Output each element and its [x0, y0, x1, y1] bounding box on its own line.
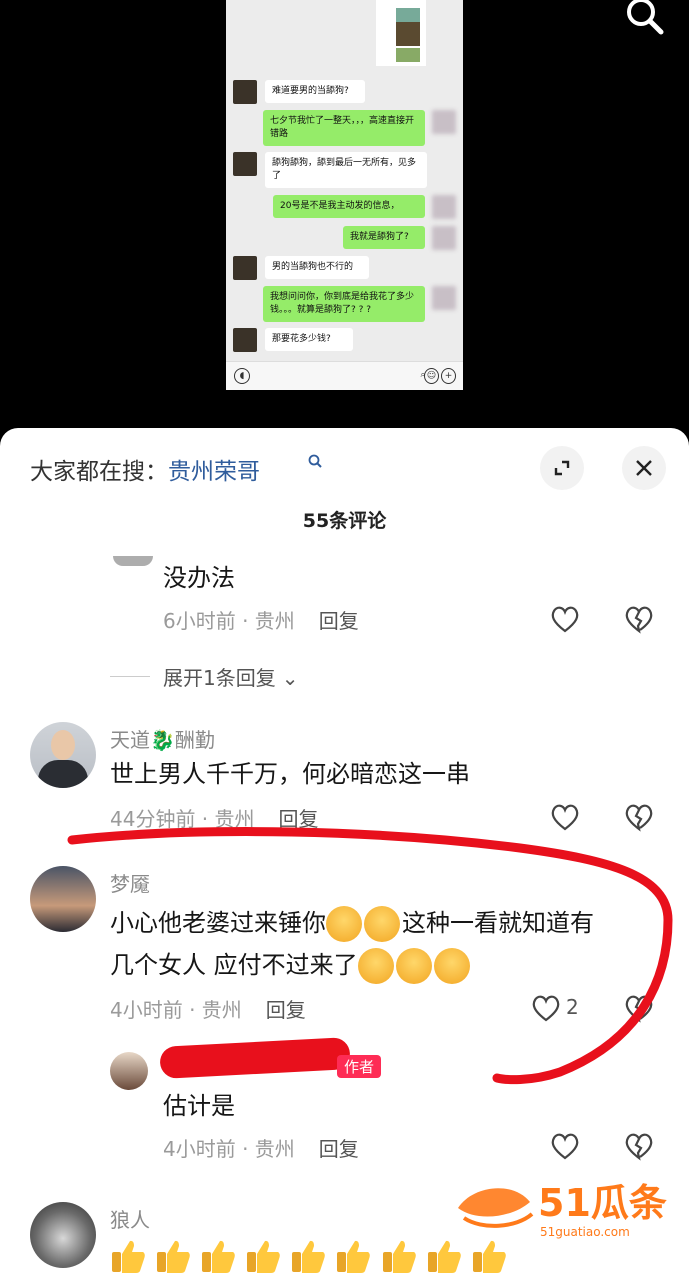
image-message: [376, 0, 426, 66]
redaction-mark: [159, 1037, 351, 1079]
heart-icon[interactable]: [549, 802, 581, 832]
dislike-icon[interactable]: [623, 802, 655, 832]
heart-icon[interactable]: [549, 1131, 581, 1161]
comment-text: 世上男人千千万，何必暗恋这一串: [110, 760, 470, 788]
dislike-icon[interactable]: [623, 1131, 655, 1161]
chat-bubble: 七夕节我忙了一整天，，，高速直接开错路: [263, 110, 425, 146]
thumbs-up-icon: [247, 1240, 281, 1273]
thumbs-up-icon: [337, 1240, 371, 1273]
comment-emoji-row: [110, 1238, 511, 1274]
watermark-url: 51guatiao.com: [540, 1225, 630, 1239]
chevron-down-icon: ⌄: [281, 666, 299, 690]
chat-bubble: 舔狗舔狗，舔到最后一无所有，见多了: [265, 152, 427, 188]
chat-bubble: 20号是不是我主动发的信息，: [273, 195, 425, 218]
yawn-emoji-icon: [395, 948, 432, 984]
avatar: [233, 152, 257, 176]
avatar[interactable]: [30, 722, 96, 788]
comment-meta: 44分钟前 · 贵州 回复: [110, 803, 319, 832]
chat-bubble: 男的当舔狗也不行的: [265, 256, 369, 279]
expand-replies-button[interactable]: 展开1条回复 ⌄: [163, 662, 299, 691]
avatar: [233, 256, 257, 280]
avatar: [233, 80, 257, 104]
comment-time: 4小时前 · 贵州: [110, 998, 242, 1022]
watermark: 51瓜条 51guatiao.com: [452, 1172, 667, 1246]
trending-search[interactable]: 大家都在搜：贵州荣哥: [30, 452, 260, 486]
like-count: 2: [566, 995, 579, 1019]
expand-icon[interactable]: [540, 446, 584, 490]
author-badge: 作者: [337, 1055, 382, 1078]
avatar: [432, 286, 456, 310]
watermark-title: 51瓜条: [538, 1181, 667, 1225]
laughing-emoji-icon: [364, 906, 400, 942]
dislike-icon[interactable]: [623, 993, 655, 1023]
expand-replies-label: 展开1条回复: [163, 666, 276, 690]
thumbs-up-icon: [112, 1240, 145, 1273]
username[interactable]: 梦魇: [110, 868, 150, 897]
chat-input-bar: ◖ ⌕ ☺ +: [226, 361, 463, 390]
avatar[interactable]: [30, 1202, 96, 1268]
comment-time: 4小时前 · 贵州: [163, 1137, 295, 1161]
avatar: [432, 110, 456, 134]
reply-button[interactable]: 回复: [279, 807, 319, 831]
thumbs-up-icon: [382, 1240, 416, 1273]
video-area[interactable]: 难道要男的当舔狗? 七夕节我忙了一整天，，，高速直接开错路 舔狗舔狗，舔到最后一…: [0, 0, 689, 440]
divider: [110, 676, 150, 677]
comment-text-part: 几个女人 应付不过来了: [110, 951, 358, 979]
dislike-icon[interactable]: [623, 604, 655, 634]
chat-bubble: 难道要男的当舔狗?: [265, 80, 365, 103]
search-icon[interactable]: [623, 0, 667, 36]
close-icon[interactable]: [622, 446, 666, 490]
voice-icon: ◖: [234, 368, 250, 384]
laughing-emoji-icon: [326, 906, 362, 942]
yawn-emoji-icon: [357, 948, 394, 984]
thumbs-up-icon: [292, 1240, 326, 1273]
avatar: [233, 328, 257, 352]
avatar: [432, 195, 456, 219]
comment-panel: 大家都在搜：贵州荣哥 55条评论 没办法 6小时前 · 贵州 回复 展开1条回复 ⌄…: [0, 428, 689, 1280]
comment-text: 没办法: [163, 564, 235, 592]
reply-button[interactable]: 回复: [266, 998, 306, 1022]
comment-text-part: 小心他老婆过来锤你: [110, 909, 326, 937]
avatar: [113, 556, 153, 566]
plus-icon: +: [441, 368, 456, 384]
chat-bubble: 我想问问你，你到底是给我花了多少钱。。。就算是舔狗了? ? ?: [263, 286, 425, 322]
avatar[interactable]: [110, 1052, 148, 1090]
comment-meta: 4小时前 · 贵州 回复: [163, 1133, 359, 1162]
comment-meta: 6小时前 · 贵州 回复: [163, 605, 359, 634]
username[interactable]: 天道🐉酬勤: [110, 724, 215, 753]
author-badge-label: 作者: [337, 1055, 382, 1078]
thumbs-up-icon: [157, 1240, 190, 1273]
yawn-emoji-icon: [433, 948, 470, 984]
chat-screenshot: 难道要男的当舔狗? 七夕节我忙了一整天，，，高速直接开错路 舔狗舔狗，舔到最后一…: [226, 0, 463, 390]
comment-count: 55条评论: [302, 510, 387, 532]
avatar[interactable]: [30, 866, 96, 932]
username[interactable]: 狼人: [110, 1204, 150, 1233]
thumbs-up-icon: [202, 1240, 235, 1273]
avatar: [432, 226, 456, 250]
comment-time: 6小时前 · 贵州: [163, 609, 295, 633]
trending-label: 大家都在搜：: [30, 459, 168, 485]
comment-text: 小心他老婆过来锤你 这种一看就知道有 几个女人 应付不过来了: [110, 902, 670, 986]
chat-bubble: 我就是舔狗了?: [343, 226, 425, 249]
reply-button[interactable]: 回复: [319, 609, 359, 633]
comment-text: 估计是: [163, 1092, 235, 1120]
search-icon[interactable]: [308, 454, 324, 474]
heart-icon[interactable]: [549, 604, 581, 634]
heart-icon[interactable]: [530, 993, 562, 1023]
comment-text-part: 这种一看就知道有: [402, 909, 594, 937]
emoji-icon: ☺: [424, 368, 439, 384]
comment-time: 44分钟前 · 贵州: [110, 807, 255, 831]
chat-bubble: 那要花多少钱?: [265, 328, 353, 351]
comment-meta: 4小时前 · 贵州 回复: [110, 994, 306, 1023]
reply-button[interactable]: 回复: [319, 1137, 359, 1161]
trending-query[interactable]: 贵州荣哥: [168, 459, 260, 485]
